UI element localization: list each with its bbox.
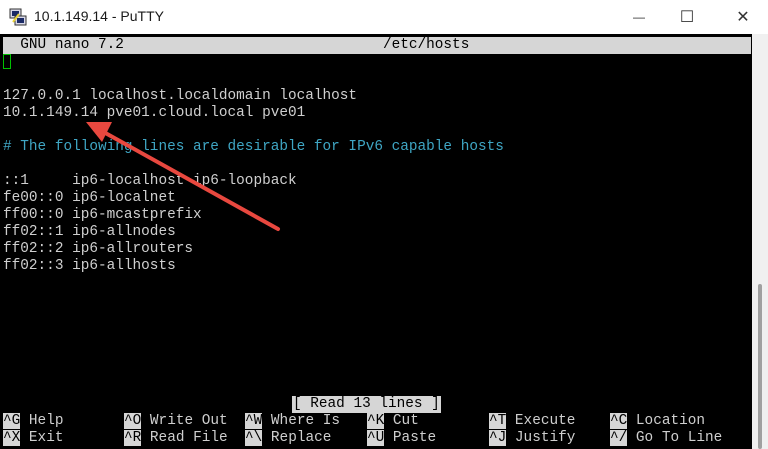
- annotation-arrow-icon: [86, 122, 280, 231]
